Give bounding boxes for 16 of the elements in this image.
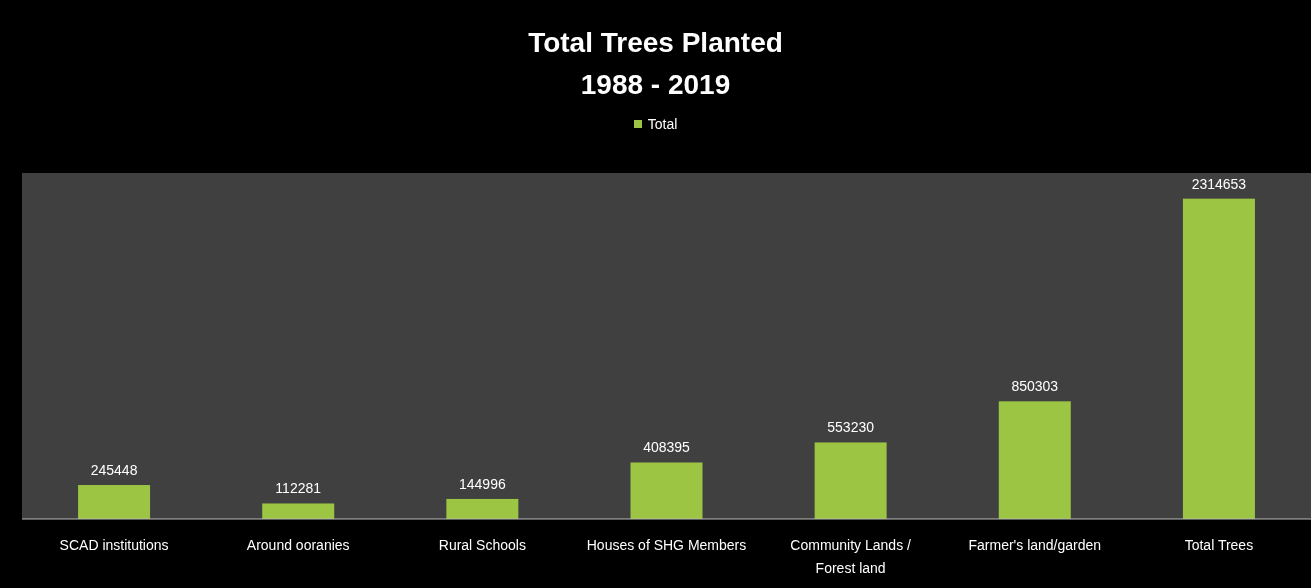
category-label: SCAD institutions xyxy=(59,537,169,553)
data-label: 112281 xyxy=(275,480,322,497)
data-label: 408395 xyxy=(643,439,690,456)
data-label: 850303 xyxy=(1011,378,1059,395)
data-label: 2314653 xyxy=(1191,175,1247,192)
legend-label: Total xyxy=(647,116,678,132)
data-label: 245448 xyxy=(90,462,138,479)
category-label: Farmer's land/garden xyxy=(968,537,1102,553)
category-label: Houses of SHG Members xyxy=(586,537,747,553)
category-label: Rural Schools xyxy=(438,537,526,553)
data-label: 553230 xyxy=(827,419,874,436)
category-label: Total Trees xyxy=(1184,537,1254,553)
category-label: Around ooranies xyxy=(246,537,350,553)
category-label: Community Lands / Forest land xyxy=(790,537,911,576)
data-label: 144996 xyxy=(459,475,506,492)
chart-title: Total Trees Planted 1988 - 2019 xyxy=(528,26,783,102)
